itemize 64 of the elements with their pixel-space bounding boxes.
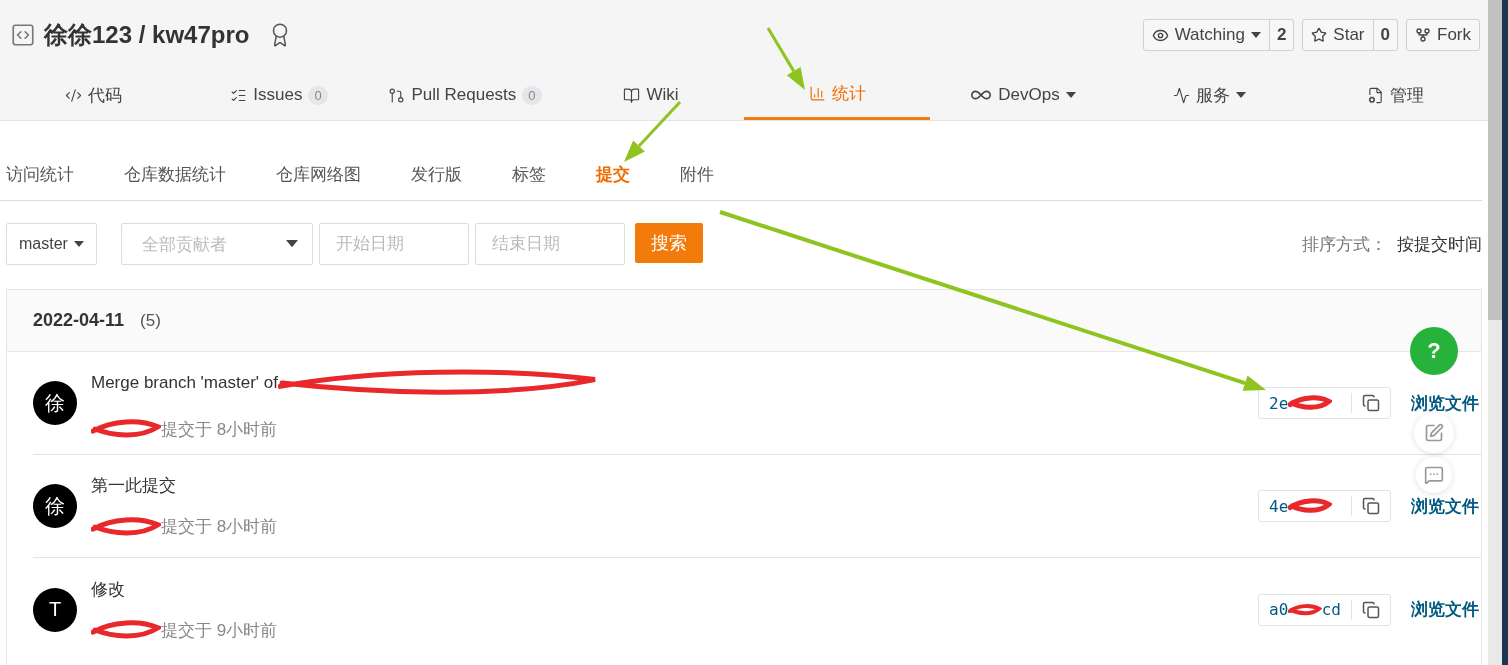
- book-icon: [623, 86, 641, 104]
- start-date-field[interactable]: 开始日期: [319, 223, 469, 265]
- nav-tab[interactable]: Wiki: [558, 70, 744, 120]
- bar-chart-icon: [808, 85, 826, 102]
- sub-tab[interactable]: 仓库网络图: [276, 163, 361, 186]
- nav-tab[interactable]: Issues 0: [186, 70, 372, 120]
- commit-hash: 2e: [1269, 393, 1289, 413]
- pull-request-icon: [388, 86, 406, 104]
- edit-icon: [1424, 423, 1444, 443]
- avatar: 徐: [33, 484, 77, 528]
- commit-meta: 提交于 8小时前: [161, 418, 278, 441]
- commit-count: (5): [140, 310, 161, 331]
- pulse-icon: [1172, 86, 1190, 104]
- browse-files-link[interactable]: 浏览文件: [1411, 391, 1479, 415]
- nav-tab[interactable]: 代码: [0, 70, 186, 120]
- browse-files-link[interactable]: 浏览文件: [1411, 598, 1479, 621]
- commit-message[interactable]: Merge branch 'master' of: [91, 372, 278, 393]
- caret-icon: [73, 241, 84, 247]
- annotation-arrow: [624, 100, 682, 162]
- document-gear-icon: [1366, 86, 1384, 104]
- commit-hash-end: cd: [1321, 600, 1341, 619]
- end-date-field[interactable]: 结束日期: [475, 223, 625, 265]
- commit-hash-box[interactable]: a0 cd: [1258, 593, 1391, 626]
- repository-title: 徐徐123 / kw47pro: [44, 20, 250, 50]
- commit-date: 2022-04-11: [33, 310, 125, 331]
- nav-tab[interactable]: Pull Requests 0: [372, 70, 558, 120]
- avatar: 徐: [33, 381, 77, 425]
- star-button[interactable]: Star 0: [1302, 19, 1398, 51]
- commit-meta: 提交于 8小时前: [161, 516, 278, 538]
- repository-icon: [10, 22, 36, 48]
- commit-message[interactable]: 修改: [91, 577, 125, 601]
- fork-button[interactable]: Fork: [1406, 19, 1480, 51]
- annotation-arrow: [766, 27, 805, 90]
- redaction-scribble: [1288, 601, 1322, 618]
- count-badge: 0: [308, 85, 328, 105]
- commit-hash-box[interactable]: 2e: [1258, 387, 1391, 419]
- commit-meta: 提交于 9小时前: [161, 619, 278, 642]
- caret-icon: [286, 240, 298, 248]
- code-icon: [64, 86, 82, 104]
- commit-hash: 4e: [1269, 496, 1289, 516]
- count-badge: 0: [522, 85, 542, 105]
- sort-label: 排序方式：: [1302, 234, 1387, 256]
- browse-files-link[interactable]: 浏览文件: [1411, 494, 1479, 518]
- avatar: T: [33, 587, 77, 632]
- sort-value[interactable]: 按提交时间: [1397, 233, 1482, 256]
- chat-icon: [1424, 465, 1444, 485]
- sub-tab[interactable]: 访问统计: [6, 163, 74, 186]
- fork-icon: [1415, 27, 1431, 43]
- sub-tab[interactable]: 附件: [680, 163, 714, 186]
- nav-tab[interactable]: 服务: [1116, 70, 1302, 120]
- sub-tab[interactable]: 发行版: [411, 163, 462, 186]
- redaction-scribble: [1288, 395, 1333, 411]
- commit-message[interactable]: 第一此提交: [91, 474, 176, 497]
- watch-button[interactable]: Watching 2: [1142, 19, 1295, 51]
- sub-tab[interactable]: 仓库数据统计: [124, 163, 226, 186]
- commit-hash-box[interactable]: 4e: [1258, 490, 1391, 522]
- sub-tab[interactable]: 标签: [512, 163, 546, 186]
- scrollbar[interactable]: [1488, 0, 1508, 665]
- redaction-scribble: [1288, 498, 1333, 514]
- nav-tab[interactable]: DevOps: [930, 70, 1116, 120]
- nav-tab[interactable]: 管理: [1302, 70, 1488, 120]
- branch-select[interactable]: master: [6, 223, 97, 265]
- star-icon: [1311, 27, 1328, 43]
- commit-hash: a0: [1269, 600, 1289, 619]
